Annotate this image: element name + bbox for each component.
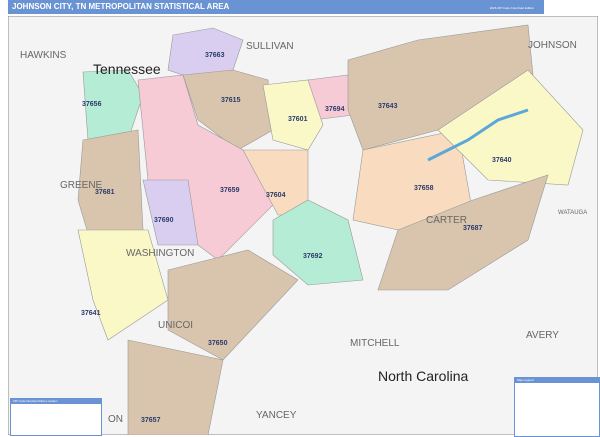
- map-legend: Map Legend: [514, 377, 600, 437]
- zip-label: 37694: [325, 106, 345, 113]
- county-label-washington: WASHINGTON: [126, 248, 194, 259]
- county-label-carter: CARTER: [426, 215, 467, 226]
- zip-label: 37692: [303, 253, 323, 260]
- zip-label: 37650: [208, 340, 228, 347]
- map-title: JOHNSON CITY, TN METROPOLITAN STATISTICA…: [12, 2, 230, 11]
- county-label-hawkins: HAWKINS: [20, 50, 67, 61]
- zip-label: 37658: [414, 185, 434, 192]
- zip-label: 37657: [141, 417, 161, 424]
- zip-label: 37663: [205, 52, 225, 59]
- header-bar: JOHNSON CITY, TN METROPOLITAN STATISTICA…: [8, 0, 600, 14]
- map-legend-title: Map Legend: [515, 378, 599, 383]
- zip-label: 37687: [463, 225, 483, 232]
- publisher-logo: [544, 0, 600, 14]
- county-label-mitchell: MITCHELL: [350, 338, 400, 349]
- zip-label: 37659: [220, 187, 240, 194]
- county-label-unicoi: UNICOI: [158, 320, 193, 331]
- county-label-greene: GREENE: [60, 180, 103, 191]
- county-label-partial: ON: [108, 414, 123, 425]
- state-label-tennessee: Tennessee: [93, 61, 161, 77]
- county-label-johnson: JOHNSON: [528, 40, 577, 51]
- zip-label: 37615: [221, 97, 241, 104]
- zip-label: 37601: [288, 116, 308, 123]
- zip-label: 37604: [266, 192, 286, 199]
- zip-legend-title: ZIP Code Number/Cities Location: [11, 399, 101, 404]
- zip-label: 37656: [82, 101, 102, 108]
- county-label-avery: AVERY: [526, 330, 559, 341]
- zip-label: 37643: [378, 103, 398, 110]
- zip-legend: ZIP Code Number/Cities Location: [10, 398, 102, 436]
- edition-label: 2026 ZIP Code ColorCast Edition: [489, 6, 534, 10]
- zip-label: 37690: [154, 217, 174, 224]
- county-label-sullivan: SULLIVAN: [246, 41, 294, 52]
- county-label-yancey: YANCEY: [256, 410, 297, 421]
- zip-label: 37641: [81, 310, 101, 317]
- county-label-watauga: WATAUGA: [558, 210, 587, 216]
- state-label-north-carolina: North Carolina: [378, 368, 468, 384]
- zip-label: 37640: [492, 157, 512, 164]
- zip-map[interactable]: 37663 37615 37694 37643 37601 37656 3768…: [8, 16, 598, 435]
